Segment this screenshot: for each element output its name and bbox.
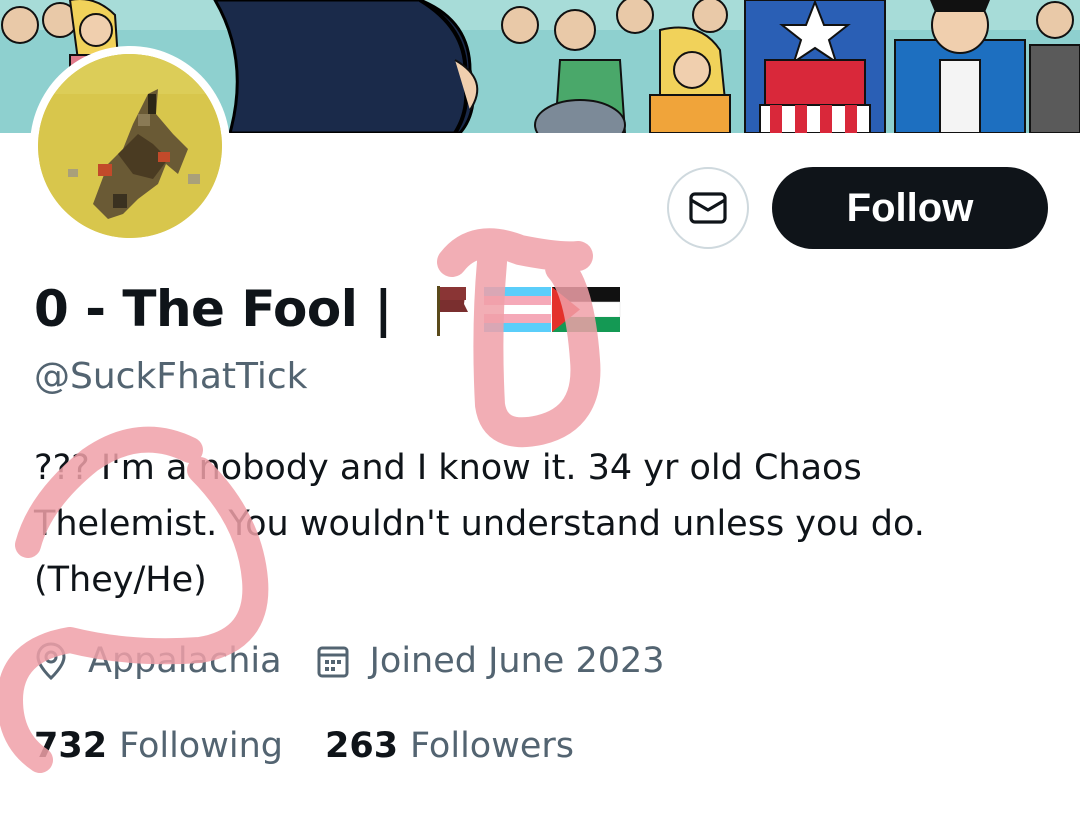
avatar[interactable]	[38, 54, 222, 238]
display-name-emoji-flags	[428, 282, 628, 344]
profile-bio: ??? I'm a nobody and I know it. 34 yr ol…	[34, 440, 1044, 608]
bio-line: (They/He)	[34, 560, 207, 600]
envelope-icon	[689, 192, 727, 224]
palestine-flag-icon	[551, 287, 621, 332]
red-black-flag-icon	[437, 286, 468, 336]
profile-meta: Appalachia Joined June 2023	[34, 636, 665, 686]
location-pin-icon	[36, 642, 66, 681]
bio-line: ??? I'm a nobody and I know it. 34 yr ol…	[34, 448, 862, 488]
join-date: Joined June 2023	[316, 641, 665, 681]
transgender-flag-icon	[484, 287, 551, 332]
followers-label: Followers	[410, 726, 574, 766]
follow-button[interactable]: Follow	[772, 167, 1048, 249]
follow-stats: 732 Following 263 Followers	[34, 720, 574, 772]
join-date-text: Joined June 2023	[369, 641, 665, 681]
following-count: 732	[34, 726, 108, 766]
bio-line: Thelemist. You wouldn't understand unles…	[34, 504, 925, 544]
location-text: Appalachia	[88, 641, 282, 681]
username-handle: @SuckFhatTick	[34, 356, 308, 397]
followers-link[interactable]: 263 Followers	[325, 726, 574, 766]
following-label: Following	[119, 726, 283, 766]
following-link[interactable]: 732 Following	[34, 726, 283, 766]
calendar-icon	[317, 646, 349, 678]
display-name-text: 0 - The Fool |	[34, 280, 393, 338]
location: Appalachia	[34, 641, 282, 681]
message-button[interactable]	[667, 167, 749, 249]
display-name: 0 - The Fool |	[34, 278, 393, 340]
avatar-fool-figure	[38, 54, 222, 238]
followers-count: 263	[324, 726, 399, 766]
